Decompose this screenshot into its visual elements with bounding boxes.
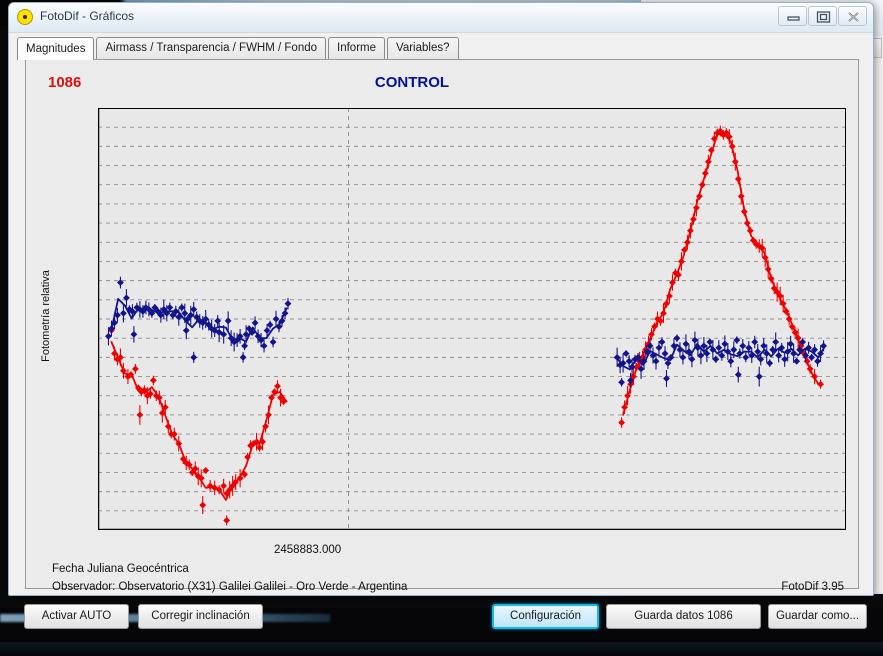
tab-variables[interactable]: Variables? bbox=[387, 37, 459, 59]
tab-bar: Magnitudes Airmass / Transparencia / FWH… bbox=[17, 37, 873, 60]
version-label: FotoDif 3.95 bbox=[781, 581, 844, 593]
observer-text: Observador: Observatorio (X31) Galilei G… bbox=[52, 581, 408, 593]
button-bar: Activar AUTO Corregir inclinación Config… bbox=[8, 600, 874, 634]
y-axis-label: Fotometría relativa bbox=[40, 270, 52, 362]
maximize-icon[interactable] bbox=[808, 6, 837, 26]
tab-magnitudes-label: Magnitudes bbox=[26, 43, 86, 55]
x-axis-label: Fecha Juliana Geocéntrica bbox=[52, 563, 189, 575]
app-dot-icon bbox=[17, 9, 33, 25]
tab-variables-label: Variables? bbox=[396, 42, 450, 54]
tab-airmass-label: Airmass / Transparencia / FWHM / Fondo bbox=[105, 42, 318, 54]
guarda-datos-button[interactable]: Guarda datos 1086 bbox=[606, 604, 761, 629]
application-window: FotoDif - Gráficos Magnitudes Airmass / … bbox=[8, 2, 874, 596]
tab-airmass[interactable]: Airmass / Transparencia / FWHM / Fondo bbox=[96, 37, 327, 59]
close-icon[interactable] bbox=[838, 6, 867, 26]
tab-magnitudes[interactable]: Magnitudes bbox=[17, 37, 95, 60]
taskbar[interactable] bbox=[0, 642, 883, 656]
guardar-como-button[interactable]: Guardar como... bbox=[768, 604, 867, 629]
tab-informe-label: Informe bbox=[337, 42, 377, 54]
window-controls bbox=[777, 6, 867, 26]
activar-auto-button[interactable]: Activar AUTO bbox=[24, 604, 129, 629]
x-axis-tick-label: 2458883.000 bbox=[274, 544, 342, 556]
screen: Proceso Resultados FotoDif - Gráficos bbox=[0, 0, 883, 656]
minimize-icon[interactable] bbox=[778, 6, 807, 26]
chart-panel: 1086 CONTROL Fotometría relativa -0.12-0… bbox=[25, 59, 859, 593]
light-curve-plot[interactable]: -0.12-0.11-0.10-0.09-0.08-0.07-0.06-0.05… bbox=[98, 108, 846, 530]
window-title: FotoDif - Gráficos bbox=[40, 9, 135, 23]
configuracion-button[interactable]: Configuración bbox=[492, 604, 599, 629]
tab-informe[interactable]: Informe bbox=[328, 37, 386, 59]
title-bar[interactable]: FotoDif - Gráficos bbox=[9, 3, 873, 33]
corregir-inclinacion-button[interactable]: Corregir inclinación bbox=[138, 604, 263, 629]
chart-title: CONTROL bbox=[374, 74, 450, 91]
